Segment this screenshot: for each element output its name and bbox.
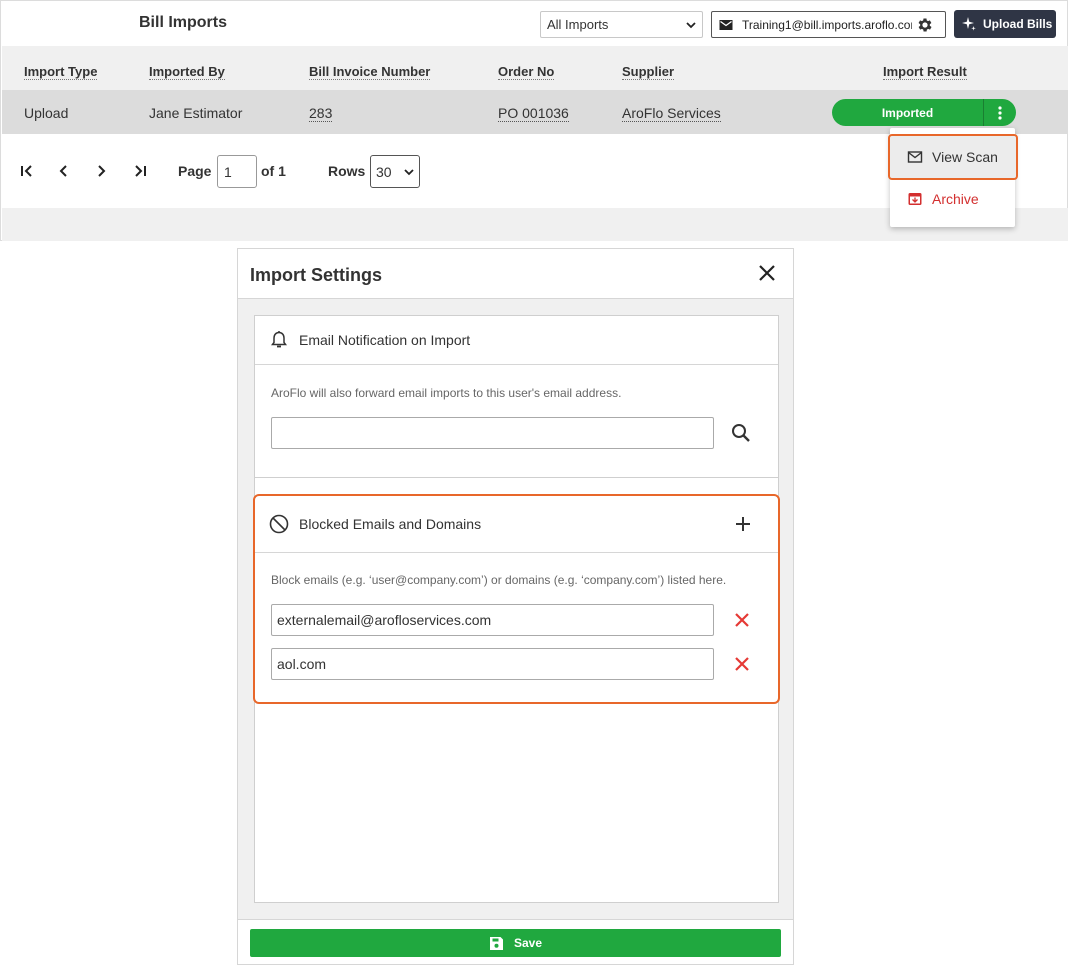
rows-per-page-value: 30 <box>376 163 392 180</box>
mail-icon <box>719 19 733 30</box>
gear-icon[interactable] <box>916 16 934 34</box>
email-notification-description: AroFlo will also forward email imports t… <box>271 386 622 400</box>
page-label: Page <box>178 163 212 179</box>
bill-imports-panel: Bill Imports All Imports Training1@bill.… <box>0 0 1068 241</box>
upload-bills-button[interactable]: Upload Bills <box>954 10 1056 38</box>
blocked-entry-input[interactable] <box>271 648 714 680</box>
import-filter-value: All Imports <box>547 17 609 32</box>
rows-label: Rows <box>328 163 366 179</box>
modal-title: Import Settings <box>250 265 383 285</box>
remove-icon[interactable] <box>731 653 753 675</box>
cell-imported-by: Jane Estimator <box>149 105 243 121</box>
blocked-emails-card: Blocked Emails and Domains Block emails … <box>253 494 780 704</box>
remove-icon[interactable] <box>731 609 753 631</box>
save-icon <box>489 936 503 950</box>
last-page-button[interactable] <box>130 161 150 181</box>
import-result-label[interactable]: Imported <box>832 99 984 126</box>
cell-supplier-link[interactable]: AroFlo Services <box>622 105 721 122</box>
import-filter-select[interactable]: All Imports <box>540 11 703 38</box>
column-header-order-no[interactable]: Order No <box>498 64 555 80</box>
cell-import-type: Upload <box>24 105 69 121</box>
modal-footer: Save <box>238 919 793 964</box>
row-context-menu: View Scan Archive <box>888 128 1018 227</box>
modal-body: Email Notification on Import AroFlo will… <box>253 315 780 903</box>
notification-user-input[interactable] <box>271 417 714 449</box>
row-menu-button[interactable] <box>984 99 1016 126</box>
table-header: Import Type Imported By Bill Invoice Num… <box>2 46 1068 90</box>
close-icon[interactable] <box>756 262 778 284</box>
blocked-emails-description: Block emails (e.g. ‘user@company.com’) o… <box>271 573 727 587</box>
column-header-import-type[interactable]: Import Type <box>24 64 98 80</box>
chevron-left-icon <box>59 165 67 177</box>
archive-menu-item[interactable]: Archive <box>890 178 1015 220</box>
pagination: Page of 1 Rows 30 <box>1 153 441 189</box>
save-label: Save <box>513 936 543 950</box>
view-scan-menu-item[interactable]: View Scan <box>888 134 1018 180</box>
previous-page-button[interactable] <box>54 161 74 181</box>
upload-bills-label: Upload Bills <box>983 17 1053 31</box>
block-icon <box>269 514 289 534</box>
modal-header: Import Settings <box>238 249 793 299</box>
page-title: Bill Imports <box>139 14 228 31</box>
archive-icon <box>908 193 922 205</box>
chevron-right-icon <box>98 165 106 177</box>
email-notification-header: Email Notification on Import <box>255 316 778 365</box>
chevron-down-icon <box>686 21 696 28</box>
add-icon[interactable] <box>733 514 753 534</box>
mail-outline-icon <box>907 151 923 163</box>
email-notification-heading: Email Notification on Import <box>299 332 471 348</box>
column-header-invoice-number[interactable]: Bill Invoice Number <box>309 64 431 80</box>
chevron-down-icon <box>404 168 414 175</box>
email-notification-card: Email Notification on Import AroFlo will… <box>255 316 778 478</box>
rows-per-page-select[interactable]: 30 <box>370 155 420 188</box>
column-header-supplier[interactable]: Supplier <box>622 64 675 80</box>
search-icon[interactable] <box>730 422 752 444</box>
import-result-button: Imported <box>832 99 1016 126</box>
first-page-icon <box>21 165 32 177</box>
page-count-label: of 1 <box>261 163 286 179</box>
blocked-emails-header: Blocked Emails and Domains <box>255 496 778 553</box>
more-vertical-icon <box>998 105 1002 120</box>
import-email-box[interactable]: Training1@bill.imports.aroflo.com <box>711 11 946 38</box>
bell-icon <box>271 331 287 348</box>
import-settings-modal: Import Settings Email Notification on Im… <box>237 248 794 965</box>
import-email-address: Training1@bill.imports.aroflo.com <box>742 17 912 32</box>
archive-label: Archive <box>932 191 979 207</box>
column-header-import-result[interactable]: Import Result <box>883 64 967 80</box>
save-button[interactable]: Save <box>250 929 781 957</box>
next-page-button[interactable] <box>91 161 111 181</box>
column-header-imported-by[interactable]: Imported By <box>149 64 225 80</box>
cell-invoice-number-link[interactable]: 283 <box>309 105 333 122</box>
view-scan-label: View Scan <box>932 149 998 165</box>
first-page-button[interactable] <box>17 161 37 181</box>
sparkle-icon <box>962 17 976 31</box>
blocked-emails-heading: Blocked Emails and Domains <box>299 516 482 532</box>
blocked-entry-input[interactable] <box>271 604 714 636</box>
last-page-icon <box>135 165 146 177</box>
cell-order-no-link[interactable]: PO 001036 <box>498 105 569 122</box>
page-number-input[interactable] <box>217 155 257 188</box>
